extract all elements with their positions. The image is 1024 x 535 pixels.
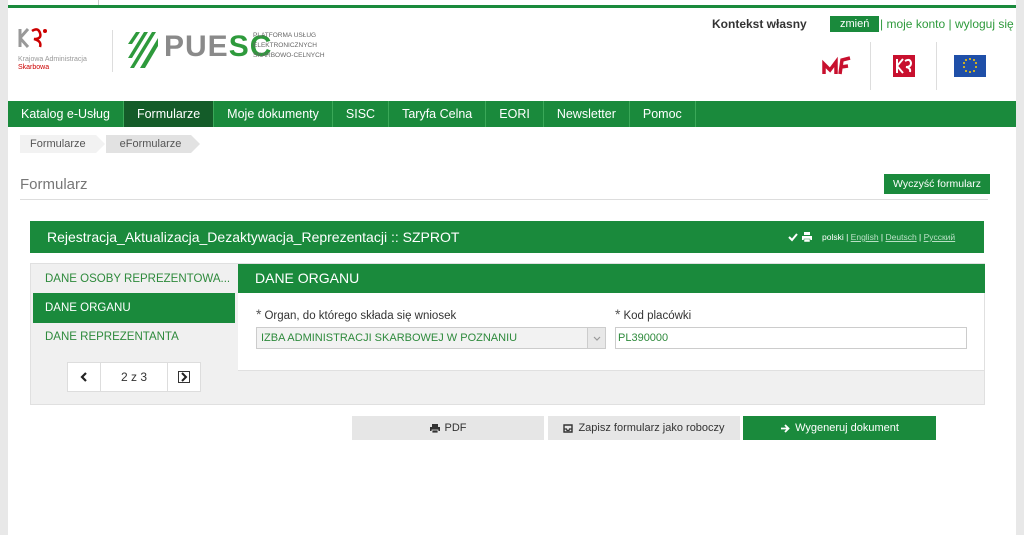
- generate-document-button[interactable]: Wygeneruj dokument: [743, 416, 936, 440]
- nav-item-taryfa-celna[interactable]: Taryfa Celna: [389, 101, 487, 127]
- nav-item-katalog[interactable]: Katalog e-Usług: [8, 101, 124, 127]
- breadcrumb-item[interactable]: Formularze: [20, 135, 105, 153]
- office-code-label-text: Kod placówki: [623, 310, 692, 322]
- puesc-stripes-icon: [128, 32, 158, 68]
- puesc-subtitle: PLATFORMA USŁUG ELEKTRONICZNYCH SKARBOWO…: [253, 31, 343, 61]
- organ-field-label: * Organ, do którego składa się wniosek: [256, 306, 456, 322]
- validate-check-icon[interactable]: [788, 232, 798, 242]
- language-switcher: polski | English | Deutsch | Русский: [822, 232, 956, 242]
- kas-name-line2: Skarbowa: [18, 64, 50, 71]
- chevron-left-icon: [80, 372, 87, 382]
- nav-item-pomoc[interactable]: Pomoc: [630, 101, 696, 127]
- office-code-field-label: * Kod placówki: [615, 306, 691, 322]
- my-account-link[interactable]: moje konto: [886, 17, 945, 31]
- section-pager: 2 z 3: [67, 362, 201, 392]
- organ-label-text: Organ, do którego składa się wniosek: [264, 310, 457, 322]
- required-asterisk: *: [256, 306, 262, 322]
- kas-logo-icon: [892, 55, 915, 77]
- nav-item-moje-dokumenty[interactable]: Moje dokumenty: [214, 101, 333, 127]
- top-accent-line: [8, 5, 1016, 8]
- kas-name-line1: Krajowa Administracja: [18, 56, 87, 63]
- language-link-english[interactable]: English: [851, 232, 879, 242]
- context-label: Kontekst własny: [712, 17, 807, 31]
- eu-emblem[interactable]: [936, 42, 1002, 90]
- organ-select-value: IZBA ADMINISTRACJI SKARBOWEJ W POZNANIU: [261, 332, 518, 344]
- language-link-deutsch[interactable]: Deutsch: [886, 232, 917, 242]
- mf-logo-icon: [822, 56, 851, 75]
- eu-flag-icon: [953, 55, 986, 77]
- breadcrumb-item-current: eFormularze: [105, 135, 201, 153]
- section-link-dane-osoby[interactable]: DANE OSOBY REPREZENTOWA...: [33, 264, 235, 294]
- form-title-bar: Rejestracja_Aktualizacja_Dezaktywacja_Re…: [30, 221, 984, 253]
- kas-logo[interactable]: Krajowa Administracja Skarbowa: [16, 27, 104, 75]
- separator: |: [948, 17, 952, 31]
- section-link-dane-reprezentanta[interactable]: DANE REPREZENTANTA: [33, 322, 235, 352]
- generate-document-label: Wygeneruj dokument: [795, 422, 899, 434]
- change-context-button[interactable]: zmień: [830, 16, 880, 32]
- section-link-dane-organu[interactable]: DANE ORGANU: [33, 293, 235, 323]
- pager-status: 2 z 3: [100, 363, 168, 391]
- form-bar-icons: [788, 232, 812, 242]
- form-title: Rejestracja_Aktualizacja_Dezaktywacja_Re…: [47, 229, 460, 245]
- separator: |: [880, 17, 884, 31]
- mf-emblem[interactable]: [804, 42, 870, 90]
- section-panel: DANE ORGANU * Organ, do którego składa si…: [238, 264, 985, 371]
- puesc-subtitle-line: PLATFORMA USŁUG: [253, 32, 317, 39]
- organ-select[interactable]: IZBA ADMINISTRACJI SKARBOWEJ W POZNANIU: [256, 327, 606, 349]
- save-draft-label: Zapisz formularz jako roboczy: [578, 422, 725, 434]
- select-arrow[interactable]: [587, 328, 605, 348]
- page: Krajowa Administracja Skarbowa PUESC PLA…: [8, 0, 1016, 535]
- puesc-subtitle-line: SKARBOWO-CELNYCH: [253, 52, 325, 59]
- main-navigation: Katalog e-Usług Formularze Moje dokument…: [8, 101, 1016, 127]
- print-icon[interactable]: [802, 232, 812, 242]
- chevron-right-icon: [178, 371, 190, 383]
- puesc-logo[interactable]: PUESC PLATFORMA USŁUG ELEKTRONICZNYCH SK…: [126, 28, 336, 72]
- office-code-input[interactable]: PL390000: [615, 327, 967, 349]
- user-links: | moje konto | wyloguj się: [880, 16, 1014, 32]
- puesc-subtitle-line: ELEKTRONICZNYCH: [253, 42, 317, 49]
- pdf-button[interactable]: PDF: [352, 416, 544, 440]
- print-icon: [429, 423, 440, 433]
- save-draft-button[interactable]: Zapisz formularz jako roboczy: [548, 416, 740, 440]
- arrow-right-icon: [781, 423, 790, 433]
- kas-emblem[interactable]: [870, 42, 936, 90]
- prev-section-button[interactable]: [68, 363, 100, 391]
- required-asterisk: *: [615, 306, 621, 322]
- logo-divider: [112, 30, 113, 72]
- inbox-icon: [563, 423, 574, 433]
- form-body: DANE OSOBY REPREZENTOWA... DANE ORGANU D…: [30, 263, 985, 405]
- pdf-button-label: PDF: [444, 422, 467, 434]
- breadcrumb: Formularze eFormularze: [20, 135, 201, 153]
- page-title: Formularz: [20, 176, 88, 193]
- nav-item-formularze[interactable]: Formularze: [123, 101, 215, 127]
- clear-form-button[interactable]: Wyczyść formularz: [884, 174, 990, 194]
- chevron-down-icon: [593, 336, 600, 341]
- nav-item-sisc[interactable]: SISC: [333, 101, 390, 127]
- heading-divider: [20, 199, 988, 200]
- next-section-button[interactable]: [168, 363, 200, 391]
- logout-link[interactable]: wyloguj się: [955, 17, 1014, 31]
- kas-mark-icon: [18, 28, 47, 48]
- nav-item-eori[interactable]: EORI: [486, 101, 544, 127]
- language-link-russian[interactable]: Русский: [924, 232, 956, 242]
- puesc-word-grey: PUE: [164, 30, 229, 63]
- language-current: polski: [822, 232, 844, 242]
- nav-item-newsletter[interactable]: Newsletter: [544, 101, 630, 127]
- section-title: DANE ORGANU: [238, 264, 985, 293]
